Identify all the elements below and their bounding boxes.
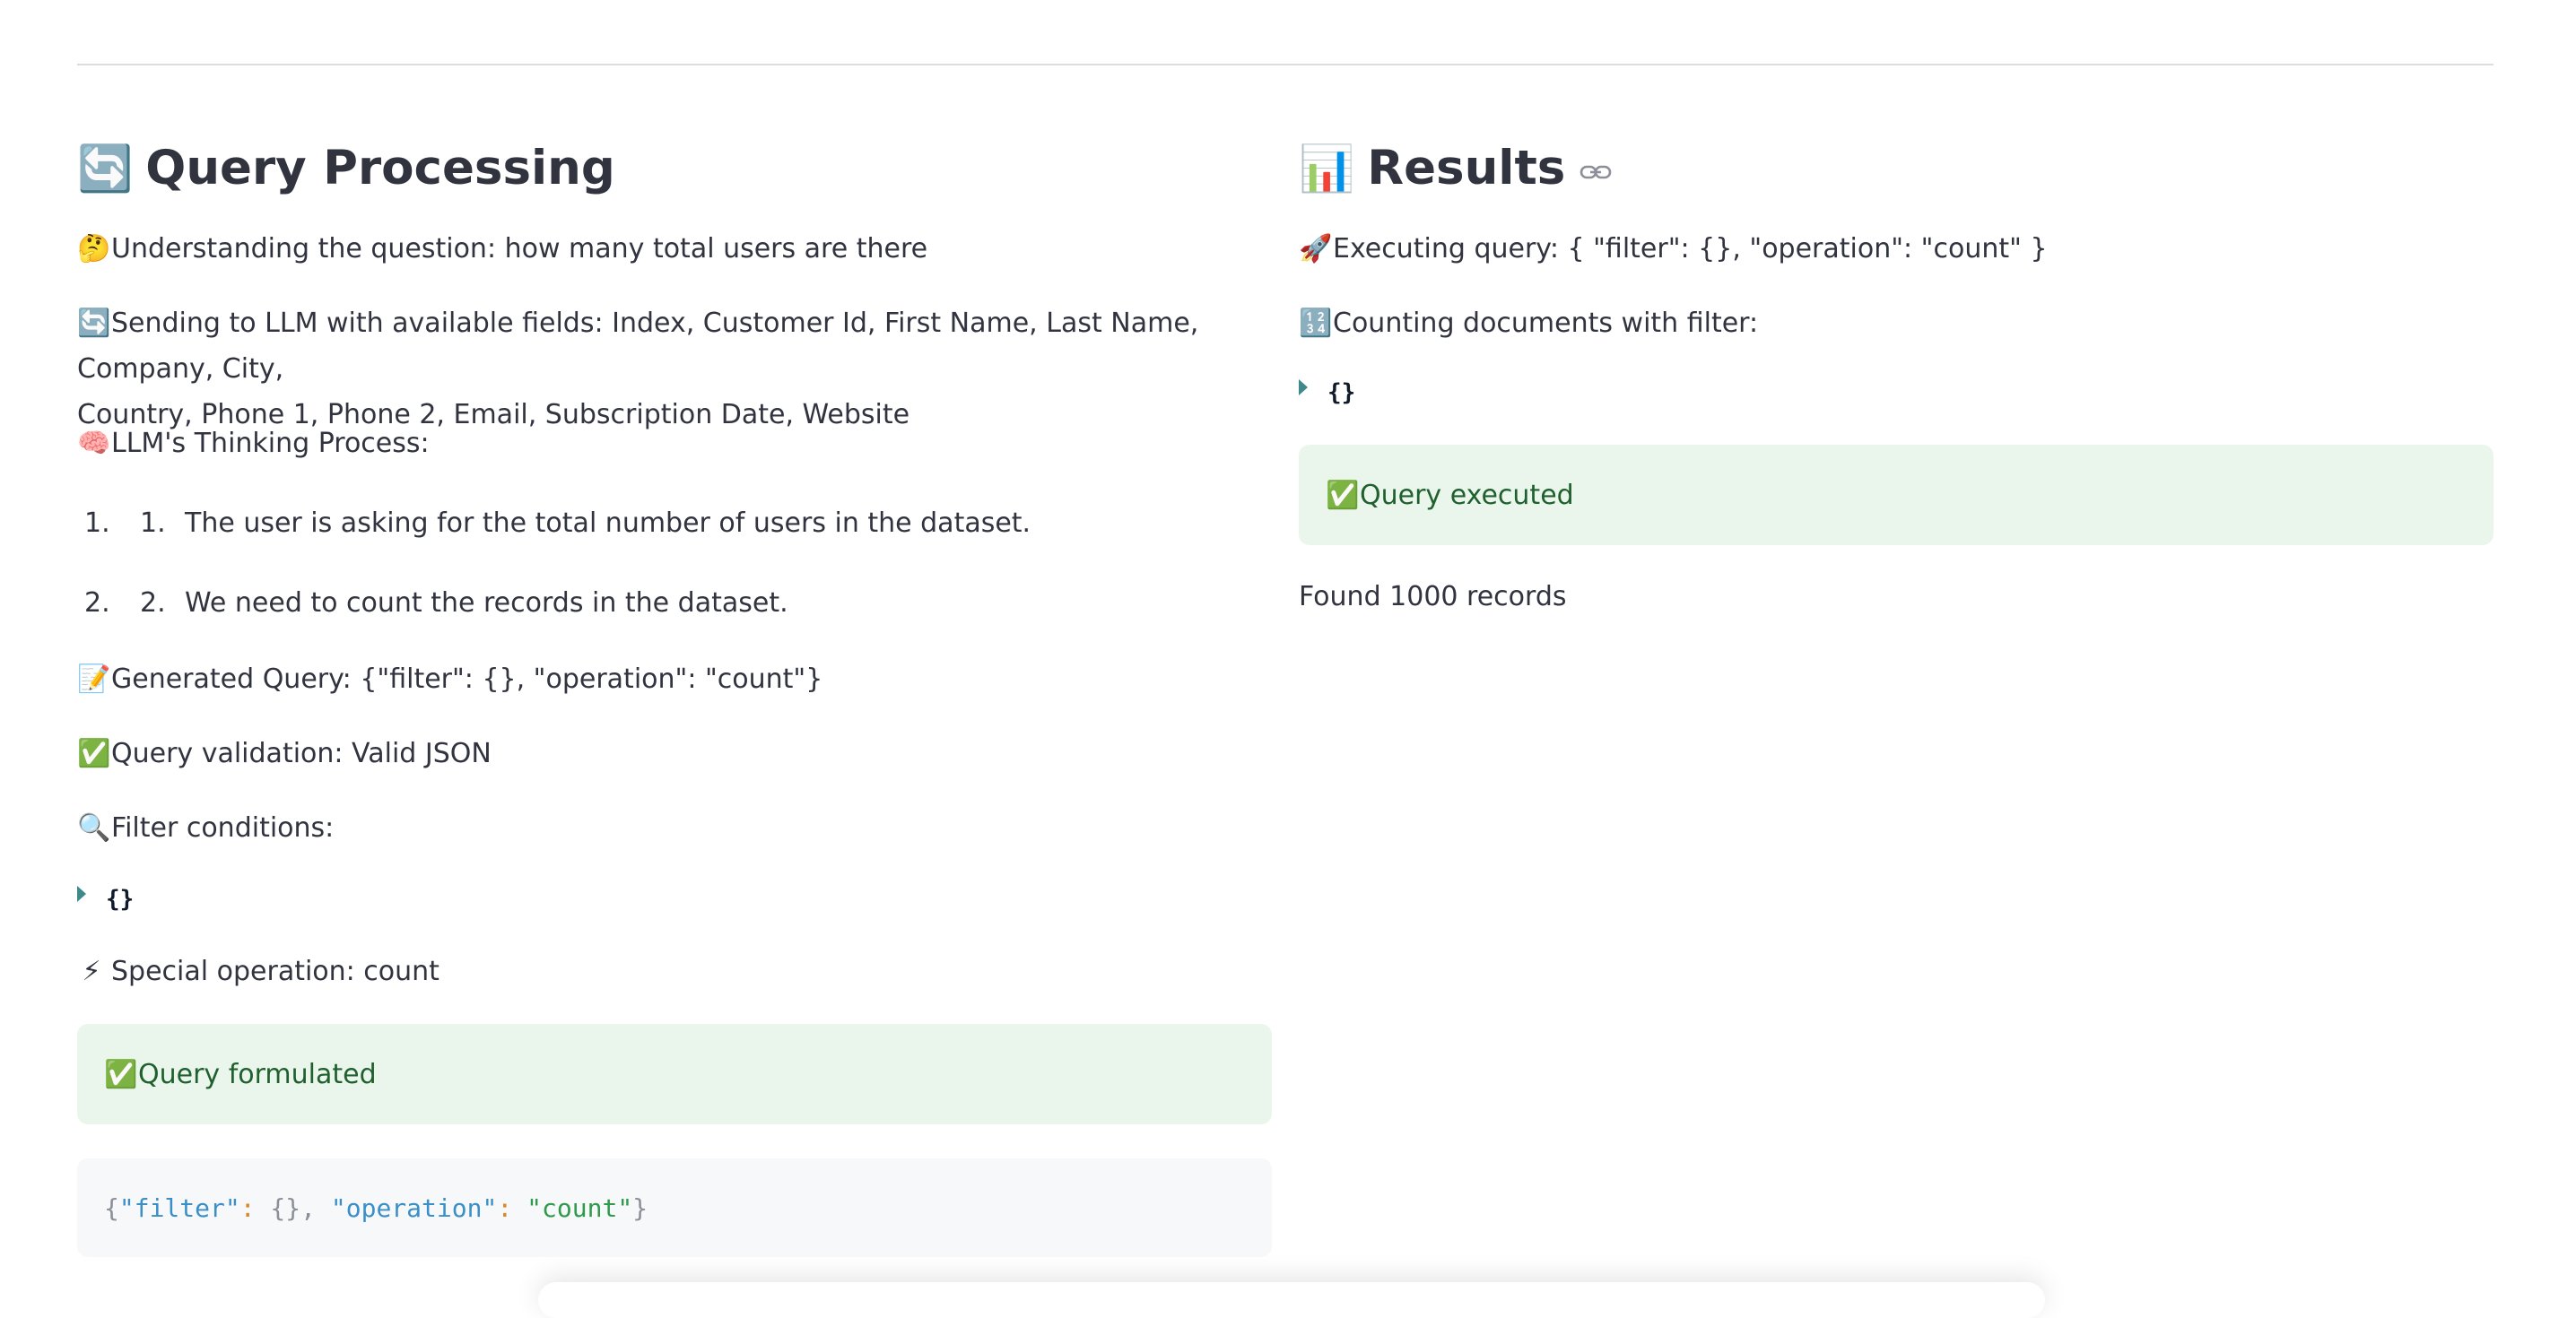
query-formulated-text: Query formulated: [138, 1058, 377, 1090]
filter-json-value: {}: [106, 886, 135, 913]
bottom-input-bar-edge: [538, 1282, 2045, 1318]
thinking-process-line: 🧠LLM's Thinking Process:: [77, 421, 430, 466]
list-item-text: The user is asking for the total number …: [185, 507, 1031, 539]
code-key-operation: "operation": [330, 1192, 498, 1223]
query-processing-heading: 🔄 Query Processing: [77, 134, 615, 203]
page: 🔄 Query Processing 🤔Understanding the qu…: [0, 0, 2576, 1318]
brain-icon: 🧠: [77, 428, 111, 459]
code-close-brace: }: [632, 1192, 648, 1223]
memo-icon: 📝: [77, 663, 111, 695]
refresh-icon: 🔄: [77, 143, 134, 195]
list-item: 2. 2. We need to count the records in th…: [77, 580, 788, 626]
counting-line: 🔢Counting documents with filter:: [1299, 300, 1758, 346]
list-number-outer: 1.: [84, 507, 110, 539]
found-records-text: Found 1000 records: [1299, 581, 1567, 612]
filter-json-viewer[interactable]: {}: [1299, 379, 1355, 406]
list-item: 1. 1. The user is asking for the total n…: [77, 500, 1031, 546]
counting-text: Counting documents with filter:: [1333, 308, 1759, 339]
executing-line: 🚀Executing query: { "filter": {}, "opera…: [1299, 226, 2048, 272]
results-title: Results: [1367, 141, 1566, 195]
check-mark-icon: ✅: [104, 1058, 138, 1090]
expand-caret-icon[interactable]: [1299, 379, 1308, 395]
thinking-process-label: LLM's Thinking Process:: [111, 428, 430, 459]
filter-conditions-text: Filter conditions:: [111, 812, 335, 844]
validation-line: ✅Query validation: Valid JSON: [77, 731, 492, 776]
generated-query-text: Generated Query: {"filter": {}, "operati…: [111, 663, 823, 695]
sending-line: 🔄Sending to LLM with available fields: I…: [77, 300, 1272, 438]
query-executed-text: Query executed: [1360, 479, 1574, 511]
special-operation-text: Special operation: count: [111, 956, 439, 987]
check-mark-icon: ✅: [1326, 479, 1360, 511]
list-number-outer: 2.: [84, 587, 110, 619]
refresh-icon: 🔄: [77, 308, 111, 339]
filter-json-value: {}: [1327, 379, 1356, 406]
numbers-icon: 🔢: [1299, 308, 1333, 339]
query-code-block: {"filter": {}, "operation": "count"}: [77, 1158, 1272, 1257]
anchor-link-icon[interactable]: [1580, 162, 1612, 182]
filter-json-viewer[interactable]: {}: [77, 886, 134, 913]
validation-text: Query validation: Valid JSON: [111, 738, 492, 769]
code-empty-object: {},: [255, 1192, 331, 1223]
query-formulated-alert: ✅ Query formulated: [77, 1024, 1272, 1124]
query-executed-alert: ✅ Query executed: [1299, 445, 2493, 545]
list-item-text: We need to count the records in the data…: [185, 587, 788, 619]
results-heading: 📊 Results: [1299, 134, 1612, 203]
code-colon: :: [239, 1192, 256, 1223]
special-operation-line: ⚡ Special operation: count: [77, 949, 439, 994]
understanding-text: Understanding the question: how many tot…: [111, 233, 928, 264]
understanding-line: 🤔Understanding the question: how many to…: [77, 226, 927, 272]
rocket-icon: 🚀: [1299, 233, 1333, 264]
sending-text-1: Sending to LLM with available fields: In…: [77, 308, 1199, 385]
generated-query-line: 📝Generated Query: {"filter": {}, "operat…: [77, 656, 822, 702]
code-colon: :: [497, 1192, 513, 1223]
top-divider: [77, 64, 2493, 65]
filter-conditions-line: 🔍Filter conditions:: [77, 805, 334, 851]
list-number-inner: 2.: [140, 587, 166, 619]
check-mark-icon: ✅: [77, 738, 111, 769]
bar-chart-icon: 📊: [1299, 143, 1355, 195]
list-number-inner: 1.: [140, 507, 166, 539]
code-value-count: "count": [527, 1192, 633, 1223]
code-key-filter: "filter": [118, 1192, 240, 1223]
code-open-brace: {: [104, 1192, 119, 1223]
found-records-line: Found 1000 records: [1299, 574, 1567, 620]
lightning-icon: ⚡: [82, 956, 101, 987]
executing-text: Executing query: { "filter": {}, "operat…: [1333, 233, 2048, 264]
thinking-face-icon: 🤔: [77, 233, 111, 264]
expand-caret-icon[interactable]: [77, 886, 86, 902]
query-processing-title: Query Processing: [145, 141, 615, 195]
magnifier-icon: 🔍: [77, 812, 111, 844]
